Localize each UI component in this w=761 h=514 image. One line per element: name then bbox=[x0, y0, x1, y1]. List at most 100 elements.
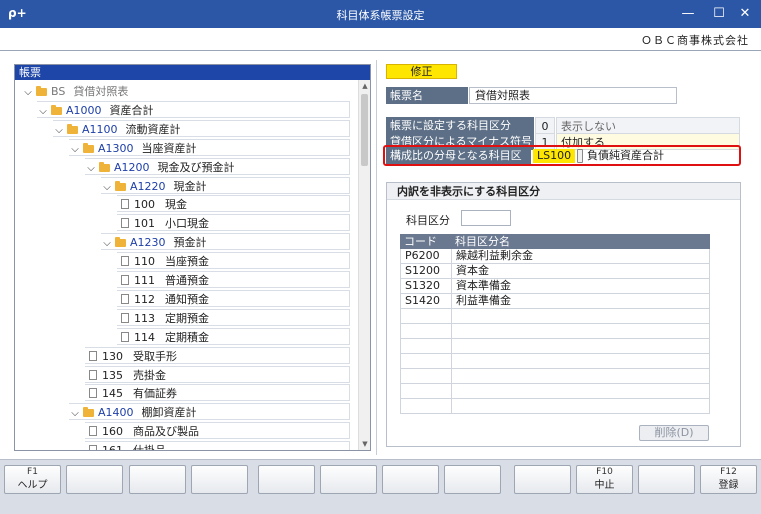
chevron-down-icon[interactable]: ⌵ bbox=[53, 122, 65, 139]
cell-name: 利益準備金 bbox=[456, 294, 511, 307]
tree-item-code: 110 bbox=[134, 255, 155, 269]
chevron-down-icon[interactable]: ⌵ bbox=[37, 103, 49, 120]
tree-scrollbar[interactable]: ▲ ▼ bbox=[358, 80, 370, 450]
hidden-category-group: 内訳を非表示にする科目区分 科目区分 コード 科目区分名 P6200 繰越利益剰余… bbox=[386, 182, 741, 447]
tree-item-code: A1230 bbox=[130, 236, 166, 250]
set-category-label: 帳票に設定する科目区分 bbox=[386, 117, 534, 134]
function-key-button[interactable]: F12 登録 bbox=[700, 465, 757, 494]
chevron-down-icon[interactable]: ⌵ bbox=[101, 235, 113, 252]
function-key-code bbox=[259, 466, 314, 479]
col-name-header[interactable]: 科目区分名 bbox=[455, 234, 510, 249]
chevron-down-icon[interactable]: ⌵ bbox=[85, 160, 97, 177]
function-key-label bbox=[445, 479, 500, 493]
document-icon bbox=[89, 426, 97, 437]
table-row[interactable] bbox=[400, 399, 710, 414]
table-row[interactable]: S1200 資本金 bbox=[400, 264, 710, 279]
category-input[interactable] bbox=[461, 210, 511, 226]
tree-item-code: BS bbox=[51, 85, 66, 98]
tree-item[interactable]: 135 売掛金 bbox=[85, 365, 350, 383]
table-row[interactable]: P6200 繰越利益剰余金 bbox=[400, 249, 710, 264]
tree-item[interactable]: 161 仕掛品 bbox=[85, 441, 350, 451]
folder-icon bbox=[67, 123, 78, 134]
tree-item[interactable]: 112 通知預金 bbox=[117, 289, 350, 307]
function-key-button[interactable] bbox=[382, 465, 439, 494]
document-icon bbox=[121, 199, 129, 210]
tree-item-label: 定期預金 bbox=[165, 311, 209, 325]
document-icon bbox=[121, 293, 129, 304]
cell-separator bbox=[451, 339, 452, 354]
tree-folder-item[interactable]: ⌵ A1200 現金及び預金計 bbox=[85, 157, 350, 177]
tree-item-code: 114 bbox=[134, 330, 155, 344]
function-key-button[interactable] bbox=[320, 465, 377, 494]
tree-item[interactable]: 113 定期預金 bbox=[117, 308, 350, 326]
tree-item[interactable]: 111 普通預金 bbox=[117, 271, 350, 288]
tree-item[interactable]: 100 現金 bbox=[117, 195, 350, 213]
report-tree-panel: 帳票 ⌵ BS 貸借対照表 ⌵ A1000 資産合計 ⌵ A1100 流動資産計 ⌵ A1300 当座… bbox=[14, 64, 371, 451]
function-key-label bbox=[321, 479, 376, 493]
function-key-button[interactable]: F1 ヘルプ bbox=[4, 465, 61, 494]
function-key-button[interactable] bbox=[66, 465, 123, 494]
tree-folder-item[interactable]: ⌵ A1230 預金計 bbox=[101, 233, 350, 252]
close-icon[interactable]: ✕ bbox=[727, 0, 761, 28]
chevron-down-icon[interactable]: ⌵ bbox=[22, 84, 34, 101]
scroll-thumb[interactable] bbox=[361, 94, 368, 166]
tree-folder-item[interactable]: ⌵ A1100 流動資産計 bbox=[53, 119, 350, 139]
tree-item-code: A1000 bbox=[66, 103, 102, 117]
chevron-down-icon[interactable]: ⌵ bbox=[101, 179, 113, 196]
function-key-code bbox=[515, 466, 570, 479]
table-row[interactable] bbox=[400, 369, 710, 384]
function-key-button[interactable] bbox=[444, 465, 501, 494]
table-row[interactable] bbox=[400, 324, 710, 339]
chevron-down-icon[interactable]: ⌵ bbox=[69, 405, 81, 422]
tree-item-label: 商品及び製品 bbox=[133, 425, 199, 439]
tree-folder-item[interactable]: ⌵ A1000 資産合計 bbox=[37, 100, 350, 120]
document-icon bbox=[121, 256, 129, 267]
tree-item[interactable]: 160 商品及び製品 bbox=[85, 422, 350, 440]
panel-splitter[interactable] bbox=[376, 60, 377, 455]
tree-item-code: A1220 bbox=[130, 179, 166, 193]
tree-item[interactable]: 110 当座預金 bbox=[117, 252, 350, 270]
tree-folder-item[interactable]: ⌵ A1300 当座資産計 bbox=[69, 138, 350, 158]
title-bar: ρ+ 科目体系帳票設定 — ☐ ✕ bbox=[0, 0, 761, 28]
tree-item-code: 130 bbox=[102, 349, 123, 363]
function-key-button[interactable] bbox=[258, 465, 315, 494]
table-row[interactable]: S1320 資本準備金 bbox=[400, 279, 710, 294]
function-key-button[interactable] bbox=[191, 465, 248, 494]
tree-item[interactable]: 114 定期積金 bbox=[117, 327, 350, 345]
grid-header: コード 科目区分名 bbox=[400, 234, 710, 249]
tree-item[interactable]: 101 小口現金 bbox=[117, 214, 350, 232]
table-row[interactable]: S1420 利益準備金 bbox=[400, 294, 710, 309]
table-row[interactable] bbox=[400, 309, 710, 324]
function-key-code bbox=[130, 466, 185, 479]
tree-folder-item[interactable]: ⌵ A1400 棚卸資産計 bbox=[69, 403, 350, 422]
tree-item-code: A1100 bbox=[82, 122, 118, 136]
tree-folder-item[interactable]: ⌵ A1220 現金計 bbox=[101, 176, 350, 196]
tree-folder-item[interactable]: ⌵ BS 貸借対照表 bbox=[21, 82, 350, 99]
chevron-down-icon[interactable]: ⌵ bbox=[69, 141, 81, 158]
tree-item[interactable]: 145 有価証券 bbox=[85, 384, 350, 402]
tree-item-label: 仕掛品 bbox=[133, 444, 166, 451]
delete-button[interactable]: 削除(D) bbox=[639, 425, 709, 441]
tree-header: 帳票 bbox=[15, 65, 370, 80]
tree-item-label: 普通預金 bbox=[165, 274, 209, 287]
table-row[interactable] bbox=[400, 354, 710, 369]
table-row[interactable] bbox=[400, 339, 710, 354]
tree-item-code: 111 bbox=[134, 274, 155, 287]
document-icon bbox=[121, 312, 129, 323]
function-key-button[interactable] bbox=[638, 465, 695, 494]
col-code-header[interactable]: コード bbox=[404, 234, 437, 249]
tree-item-label: 売掛金 bbox=[133, 368, 166, 382]
function-key-button[interactable] bbox=[514, 465, 571, 494]
table-row[interactable] bbox=[400, 384, 710, 399]
scroll-down-icon[interactable]: ▼ bbox=[359, 438, 370, 450]
tree-item[interactable]: 130 受取手形 bbox=[85, 346, 350, 364]
set-category-num[interactable]: 0 bbox=[535, 117, 555, 134]
function-key-button[interactable]: F10 中止 bbox=[576, 465, 633, 494]
document-icon bbox=[121, 218, 129, 229]
grid-rows: P6200 繰越利益剰余金 S1200 資本金 S1320 資本準備金 S1420 利益準備金 bbox=[400, 249, 710, 414]
function-key-button[interactable] bbox=[129, 465, 186, 494]
scroll-up-icon[interactable]: ▲ bbox=[359, 80, 370, 92]
category-label: 科目区分 bbox=[406, 214, 450, 227]
report-name-field[interactable]: 貸借対照表 bbox=[469, 87, 677, 104]
function-key-code bbox=[192, 466, 247, 479]
